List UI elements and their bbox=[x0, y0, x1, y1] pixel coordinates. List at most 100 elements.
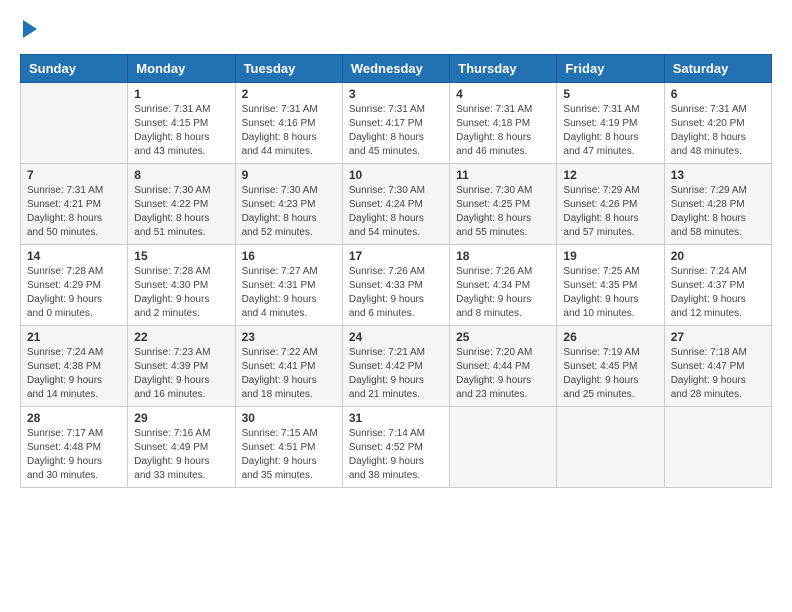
cell-content: Sunrise: 7:30 AM Sunset: 4:23 PM Dayligh… bbox=[242, 184, 336, 240]
cell-content: Sunrise: 7:24 AM Sunset: 4:37 PM Dayligh… bbox=[671, 265, 765, 321]
cell-content: Sunrise: 7:15 AM Sunset: 4:51 PM Dayligh… bbox=[242, 427, 336, 483]
calendar-cell: 3 Sunrise: 7:31 AM Sunset: 4:17 PM Daylig… bbox=[342, 83, 449, 164]
calendar-cell: 9 Sunrise: 7:30 AM Sunset: 4:23 PM Daylig… bbox=[235, 164, 342, 245]
day-number: 6 bbox=[671, 87, 765, 101]
calendar-cell: 1 Sunrise: 7:31 AM Sunset: 4:15 PM Daylig… bbox=[128, 83, 235, 164]
cell-content: Sunrise: 7:21 AM Sunset: 4:42 PM Dayligh… bbox=[349, 346, 443, 402]
calendar-week-3: 14Sunrise: 7:28 AM Sunset: 4:29 PM Dayli… bbox=[21, 245, 772, 326]
weekday-header-thursday: Thursday bbox=[450, 55, 557, 83]
calendar-cell: 5 Sunrise: 7:31 AM Sunset: 4:19 PM Daylig… bbox=[557, 83, 664, 164]
calendar-cell: 24Sunrise: 7:21 AM Sunset: 4:42 PM Dayli… bbox=[342, 326, 449, 407]
day-number: 17 bbox=[349, 249, 443, 263]
day-number: 26 bbox=[563, 330, 657, 344]
day-number: 5 bbox=[563, 87, 657, 101]
day-number: 2 bbox=[242, 87, 336, 101]
cell-content: Sunrise: 7:30 AM Sunset: 4:22 PM Dayligh… bbox=[134, 184, 228, 240]
calendar-cell: 8 Sunrise: 7:30 AM Sunset: 4:22 PM Daylig… bbox=[128, 164, 235, 245]
weekday-header-wednesday: Wednesday bbox=[342, 55, 449, 83]
calendar-cell bbox=[664, 407, 771, 488]
logo-arrow-icon bbox=[23, 20, 37, 38]
cell-content: Sunrise: 7:28 AM Sunset: 4:30 PM Dayligh… bbox=[134, 265, 228, 321]
calendar-header-row: SundayMondayTuesdayWednesdayThursdayFrid… bbox=[21, 55, 772, 83]
calendar-cell: 28 Sunrise: 7:17 AM Sunset: 4:48 PM Dayli… bbox=[21, 407, 128, 488]
cell-content: Sunrise: 7:24 AM Sunset: 4:38 PM Dayligh… bbox=[27, 346, 121, 402]
cell-content: Sunrise: 7:23 AM Sunset: 4:39 PM Dayligh… bbox=[134, 346, 228, 402]
day-number: 19 bbox=[563, 249, 657, 263]
calendar-cell: 13 Sunrise: 7:29 AM Sunset: 4:28 PM Dayli… bbox=[664, 164, 771, 245]
calendar-cell: 29Sunrise: 7:16 AM Sunset: 4:49 PM Dayli… bbox=[128, 407, 235, 488]
cell-content: Sunrise: 7:27 AM Sunset: 4:31 PM Dayligh… bbox=[242, 265, 336, 321]
cell-content: Sunrise: 7:31 AM Sunset: 4:19 PM Dayligh… bbox=[563, 103, 657, 159]
calendar-table: SundayMondayTuesdayWednesdayThursdayFrid… bbox=[20, 54, 772, 488]
day-number: 3 bbox=[349, 87, 443, 101]
calendar-cell: 31 Sunrise: 7:14 AM Sunset: 4:52 PM Dayli… bbox=[342, 407, 449, 488]
day-number: 15 bbox=[134, 249, 228, 263]
calendar-cell: 4 Sunrise: 7:31 AM Sunset: 4:18 PM Daylig… bbox=[450, 83, 557, 164]
cell-content: Sunrise: 7:25 AM Sunset: 4:35 PM Dayligh… bbox=[563, 265, 657, 321]
weekday-header-saturday: Saturday bbox=[664, 55, 771, 83]
calendar-cell: 16 Sunrise: 7:27 AM Sunset: 4:31 PM Dayli… bbox=[235, 245, 342, 326]
cell-content: Sunrise: 7:20 AM Sunset: 4:44 PM Dayligh… bbox=[456, 346, 550, 402]
cell-content: Sunrise: 7:29 AM Sunset: 4:26 PM Dayligh… bbox=[563, 184, 657, 240]
day-number: 7 bbox=[27, 168, 121, 182]
cell-content: Sunrise: 7:17 AM Sunset: 4:48 PM Dayligh… bbox=[27, 427, 121, 483]
day-number: 18 bbox=[456, 249, 550, 263]
day-number: 1 bbox=[134, 87, 228, 101]
day-number: 29 bbox=[134, 411, 228, 425]
weekday-header-monday: Monday bbox=[128, 55, 235, 83]
calendar-cell: 27 Sunrise: 7:18 AM Sunset: 4:47 PM Dayli… bbox=[664, 326, 771, 407]
calendar-cell: 6 Sunrise: 7:31 AM Sunset: 4:20 PM Daylig… bbox=[664, 83, 771, 164]
logo-blue bbox=[20, 20, 37, 38]
calendar-cell: 21Sunrise: 7:24 AM Sunset: 4:38 PM Dayli… bbox=[21, 326, 128, 407]
calendar-cell: 22Sunrise: 7:23 AM Sunset: 4:39 PM Dayli… bbox=[128, 326, 235, 407]
cell-content: Sunrise: 7:31 AM Sunset: 4:17 PM Dayligh… bbox=[349, 103, 443, 159]
weekday-header-tuesday: Tuesday bbox=[235, 55, 342, 83]
day-number: 25 bbox=[456, 330, 550, 344]
calendar-week-5: 28 Sunrise: 7:17 AM Sunset: 4:48 PM Dayli… bbox=[21, 407, 772, 488]
day-number: 12 bbox=[563, 168, 657, 182]
calendar-cell: 20 Sunrise: 7:24 AM Sunset: 4:37 PM Dayli… bbox=[664, 245, 771, 326]
day-number: 27 bbox=[671, 330, 765, 344]
calendar-week-4: 21Sunrise: 7:24 AM Sunset: 4:38 PM Dayli… bbox=[21, 326, 772, 407]
calendar-cell: 11 Sunrise: 7:30 AM Sunset: 4:25 PM Dayli… bbox=[450, 164, 557, 245]
logo bbox=[20, 20, 37, 38]
calendar-cell bbox=[557, 407, 664, 488]
calendar-cell: 26Sunrise: 7:19 AM Sunset: 4:45 PM Dayli… bbox=[557, 326, 664, 407]
day-number: 10 bbox=[349, 168, 443, 182]
calendar-cell bbox=[21, 83, 128, 164]
cell-content: Sunrise: 7:31 AM Sunset: 4:20 PM Dayligh… bbox=[671, 103, 765, 159]
cell-content: Sunrise: 7:18 AM Sunset: 4:47 PM Dayligh… bbox=[671, 346, 765, 402]
day-number: 8 bbox=[134, 168, 228, 182]
day-number: 4 bbox=[456, 87, 550, 101]
cell-content: Sunrise: 7:30 AM Sunset: 4:25 PM Dayligh… bbox=[456, 184, 550, 240]
cell-content: Sunrise: 7:31 AM Sunset: 4:16 PM Dayligh… bbox=[242, 103, 336, 159]
cell-content: Sunrise: 7:31 AM Sunset: 4:18 PM Dayligh… bbox=[456, 103, 550, 159]
calendar-cell: 2 Sunrise: 7:31 AM Sunset: 4:16 PM Daylig… bbox=[235, 83, 342, 164]
day-number: 31 bbox=[349, 411, 443, 425]
calendar-cell: 17 Sunrise: 7:26 AM Sunset: 4:33 PM Dayli… bbox=[342, 245, 449, 326]
day-number: 11 bbox=[456, 168, 550, 182]
calendar-cell: 12 Sunrise: 7:29 AM Sunset: 4:26 PM Dayli… bbox=[557, 164, 664, 245]
calendar-cell: 19 Sunrise: 7:25 AM Sunset: 4:35 PM Dayli… bbox=[557, 245, 664, 326]
day-number: 13 bbox=[671, 168, 765, 182]
cell-content: Sunrise: 7:22 AM Sunset: 4:41 PM Dayligh… bbox=[242, 346, 336, 402]
cell-content: Sunrise: 7:26 AM Sunset: 4:34 PM Dayligh… bbox=[456, 265, 550, 321]
calendar-cell: 10 Sunrise: 7:30 AM Sunset: 4:24 PM Dayli… bbox=[342, 164, 449, 245]
calendar-cell: 15 Sunrise: 7:28 AM Sunset: 4:30 PM Dayli… bbox=[128, 245, 235, 326]
cell-content: Sunrise: 7:14 AM Sunset: 4:52 PM Dayligh… bbox=[349, 427, 443, 483]
calendar-week-2: 7Sunrise: 7:31 AM Sunset: 4:21 PM Daylig… bbox=[21, 164, 772, 245]
day-number: 9 bbox=[242, 168, 336, 182]
cell-content: Sunrise: 7:29 AM Sunset: 4:28 PM Dayligh… bbox=[671, 184, 765, 240]
calendar-cell: 18 Sunrise: 7:26 AM Sunset: 4:34 PM Dayli… bbox=[450, 245, 557, 326]
day-number: 20 bbox=[671, 249, 765, 263]
calendar-cell: 7Sunrise: 7:31 AM Sunset: 4:21 PM Daylig… bbox=[21, 164, 128, 245]
day-number: 23 bbox=[242, 330, 336, 344]
cell-content: Sunrise: 7:26 AM Sunset: 4:33 PM Dayligh… bbox=[349, 265, 443, 321]
calendar-cell: 14Sunrise: 7:28 AM Sunset: 4:29 PM Dayli… bbox=[21, 245, 128, 326]
calendar-week-1: 1 Sunrise: 7:31 AM Sunset: 4:15 PM Daylig… bbox=[21, 83, 772, 164]
day-number: 14 bbox=[27, 249, 121, 263]
cell-content: Sunrise: 7:30 AM Sunset: 4:24 PM Dayligh… bbox=[349, 184, 443, 240]
day-number: 16 bbox=[242, 249, 336, 263]
cell-content: Sunrise: 7:31 AM Sunset: 4:15 PM Dayligh… bbox=[134, 103, 228, 159]
day-number: 28 bbox=[27, 411, 121, 425]
